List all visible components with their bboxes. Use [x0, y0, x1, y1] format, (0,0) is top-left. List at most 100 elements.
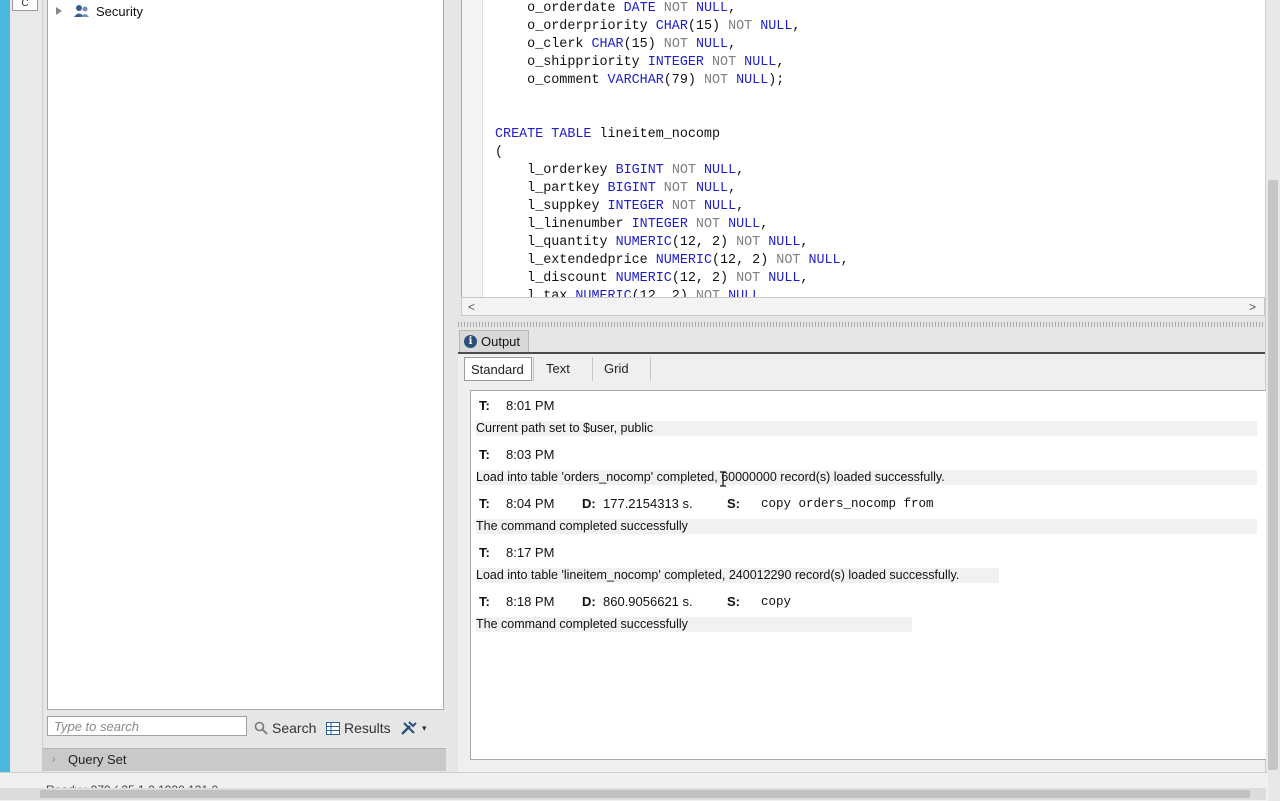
- code-token: NULL: [768, 235, 801, 250]
- tree-item-security[interactable]: Security: [56, 2, 143, 20]
- code-token: NULL: [736, 73, 769, 88]
- code-token: INTEGER: [631, 217, 688, 232]
- code-token: l_partkey: [527, 181, 608, 196]
- code-token: NOT: [663, 37, 688, 52]
- tab-output[interactable]: i Output: [459, 330, 529, 352]
- code-line[interactable]: [495, 90, 849, 108]
- code-token: NULL: [695, 181, 729, 196]
- tab-grid[interactable]: Grid: [598, 357, 650, 381]
- code-line[interactable]: o_comment VARCHAR(79) NOT NULL);: [495, 72, 849, 90]
- scrollbar-thumb[interactable]: [1268, 180, 1278, 770]
- time-value: 8:01 PM: [506, 398, 555, 413]
- log-message: Current path set to $user, public: [476, 421, 1257, 436]
- editor-gutter: [462, 0, 483, 297]
- time-value: 8:03 PM: [506, 447, 555, 462]
- expand-arrow-icon[interactable]: [56, 7, 62, 15]
- code-line[interactable]: l_suppkey INTEGER NOT NULL,: [495, 198, 849, 216]
- code-token: ,: [728, 181, 737, 196]
- code-line[interactable]: o_clerk CHAR(15) NOT NULL,: [495, 36, 849, 54]
- code-token: (15): [687, 19, 729, 34]
- search-input[interactable]: Type to search: [47, 716, 247, 736]
- collapse-button[interactable]: C: [12, 0, 38, 11]
- scroll-right-icon[interactable]: >: [1249, 300, 1256, 314]
- time-label: T:: [479, 447, 490, 462]
- code-token: ,: [776, 55, 785, 70]
- tab-separator: [650, 357, 651, 381]
- code-line[interactable]: l_orderkey BIGINT NOT NULL,: [495, 162, 849, 180]
- editor-horizontal-scrollbar[interactable]: < >: [461, 297, 1265, 316]
- results-button[interactable]: Results: [326, 718, 391, 738]
- code-token: NULL: [728, 289, 761, 297]
- text-cursor-icon: [720, 471, 726, 487]
- code-line[interactable]: l_linenumber INTEGER NOT NULL,: [495, 216, 849, 234]
- log-entry-header: T: 8:04 PM D: 177.2154313 s. S: copy ord…: [476, 495, 1076, 513]
- sql-editor[interactable]: o_orderdate DATE NOT NULL, o_orderpriori…: [461, 0, 1266, 297]
- code-token: NOT: [695, 289, 721, 297]
- left-toolbar: [10, 0, 43, 800]
- duration-value: 177.2154313 s.: [603, 496, 693, 511]
- code-token: ,: [760, 217, 769, 232]
- tab-text[interactable]: Text: [540, 357, 592, 381]
- tree-item-label: Security: [96, 3, 143, 19]
- code-token: NUMERIC: [615, 235, 672, 250]
- editor-code[interactable]: o_orderdate DATE NOT NULL, o_orderpriori…: [495, 0, 849, 297]
- code-line[interactable]: (: [495, 144, 849, 162]
- code-line[interactable]: [495, 108, 849, 126]
- search-icon: [254, 721, 268, 735]
- tools-icon: [401, 721, 417, 735]
- code-token: ,: [728, 37, 737, 52]
- search-button-label: Search: [272, 720, 317, 736]
- code-token: ,: [800, 271, 809, 286]
- code-line[interactable]: l_extendedprice NUMERIC(12, 2) NOT NULL,: [495, 252, 848, 270]
- code-token: NULL: [768, 271, 801, 286]
- code-token: VARCHAR: [607, 73, 664, 88]
- users-icon: [74, 5, 89, 17]
- code-token: l_tax: [527, 289, 576, 297]
- code-token: (: [495, 145, 504, 160]
- tools-dropdown-button[interactable]: ▾: [400, 718, 427, 738]
- code-token: NOT: [695, 217, 721, 232]
- output-log[interactable]: T: 8:01 PM Current path set to $user, pu…: [470, 390, 1266, 760]
- code-token: o_shippriority: [527, 55, 648, 70]
- code-token: NOT: [703, 73, 729, 88]
- statement-label: S:: [727, 594, 740, 609]
- code-token: o_comment: [527, 73, 608, 88]
- time-value: 8:04 PM: [506, 496, 555, 511]
- scrollbar-thumb[interactable]: [40, 790, 1250, 798]
- code-token: NUMERIC: [655, 253, 712, 268]
- search-button[interactable]: Search: [254, 718, 316, 738]
- tab-standard[interactable]: Standard: [464, 357, 532, 381]
- code-token: );: [768, 73, 785, 88]
- query-set-bar[interactable]: › Query Set: [42, 748, 446, 771]
- chevron-right-icon: ›: [52, 754, 56, 765]
- code-token: NOT: [728, 19, 753, 34]
- pane-splitter[interactable]: [458, 322, 1265, 327]
- tab-separator: [592, 357, 593, 381]
- scroll-left-icon[interactable]: <: [468, 300, 475, 314]
- code-line[interactable]: l_tax NUMERIC(12, 2) NOT NULL: [495, 288, 849, 297]
- code-line[interactable]: CREATE TABLE lineitem_nocomp: [495, 126, 849, 144]
- code-token: l_orderkey: [527, 163, 616, 178]
- statement-label: S:: [727, 496, 740, 511]
- code-line[interactable]: o_shippriority INTEGER NOT NULL,: [495, 54, 849, 72]
- code-line[interactable]: o_orderpriority CHAR(15) NOT NULL,: [495, 18, 849, 36]
- code-line[interactable]: l_quantity NUMERIC(12, 2) NOT NULL,: [495, 234, 849, 252]
- code-line[interactable]: o_orderdate DATE NOT NULL,: [495, 0, 849, 18]
- log-message: Load into table 'orders_nocomp' complete…: [476, 470, 1257, 485]
- code-line[interactable]: l_partkey BIGINT NOT NULL,: [495, 180, 849, 198]
- code-token: NUMERIC: [575, 289, 632, 297]
- time-label: T:: [479, 398, 490, 413]
- object-tree-panel: Security: [47, 0, 444, 710]
- code-token: NOT: [736, 235, 761, 250]
- code-line[interactable]: l_discount NUMERIC(12, 2) NOT NULL,: [495, 270, 849, 288]
- log-message: Load into table 'lineitem_nocomp' comple…: [476, 568, 999, 583]
- time-value: 8:17 PM: [506, 545, 555, 560]
